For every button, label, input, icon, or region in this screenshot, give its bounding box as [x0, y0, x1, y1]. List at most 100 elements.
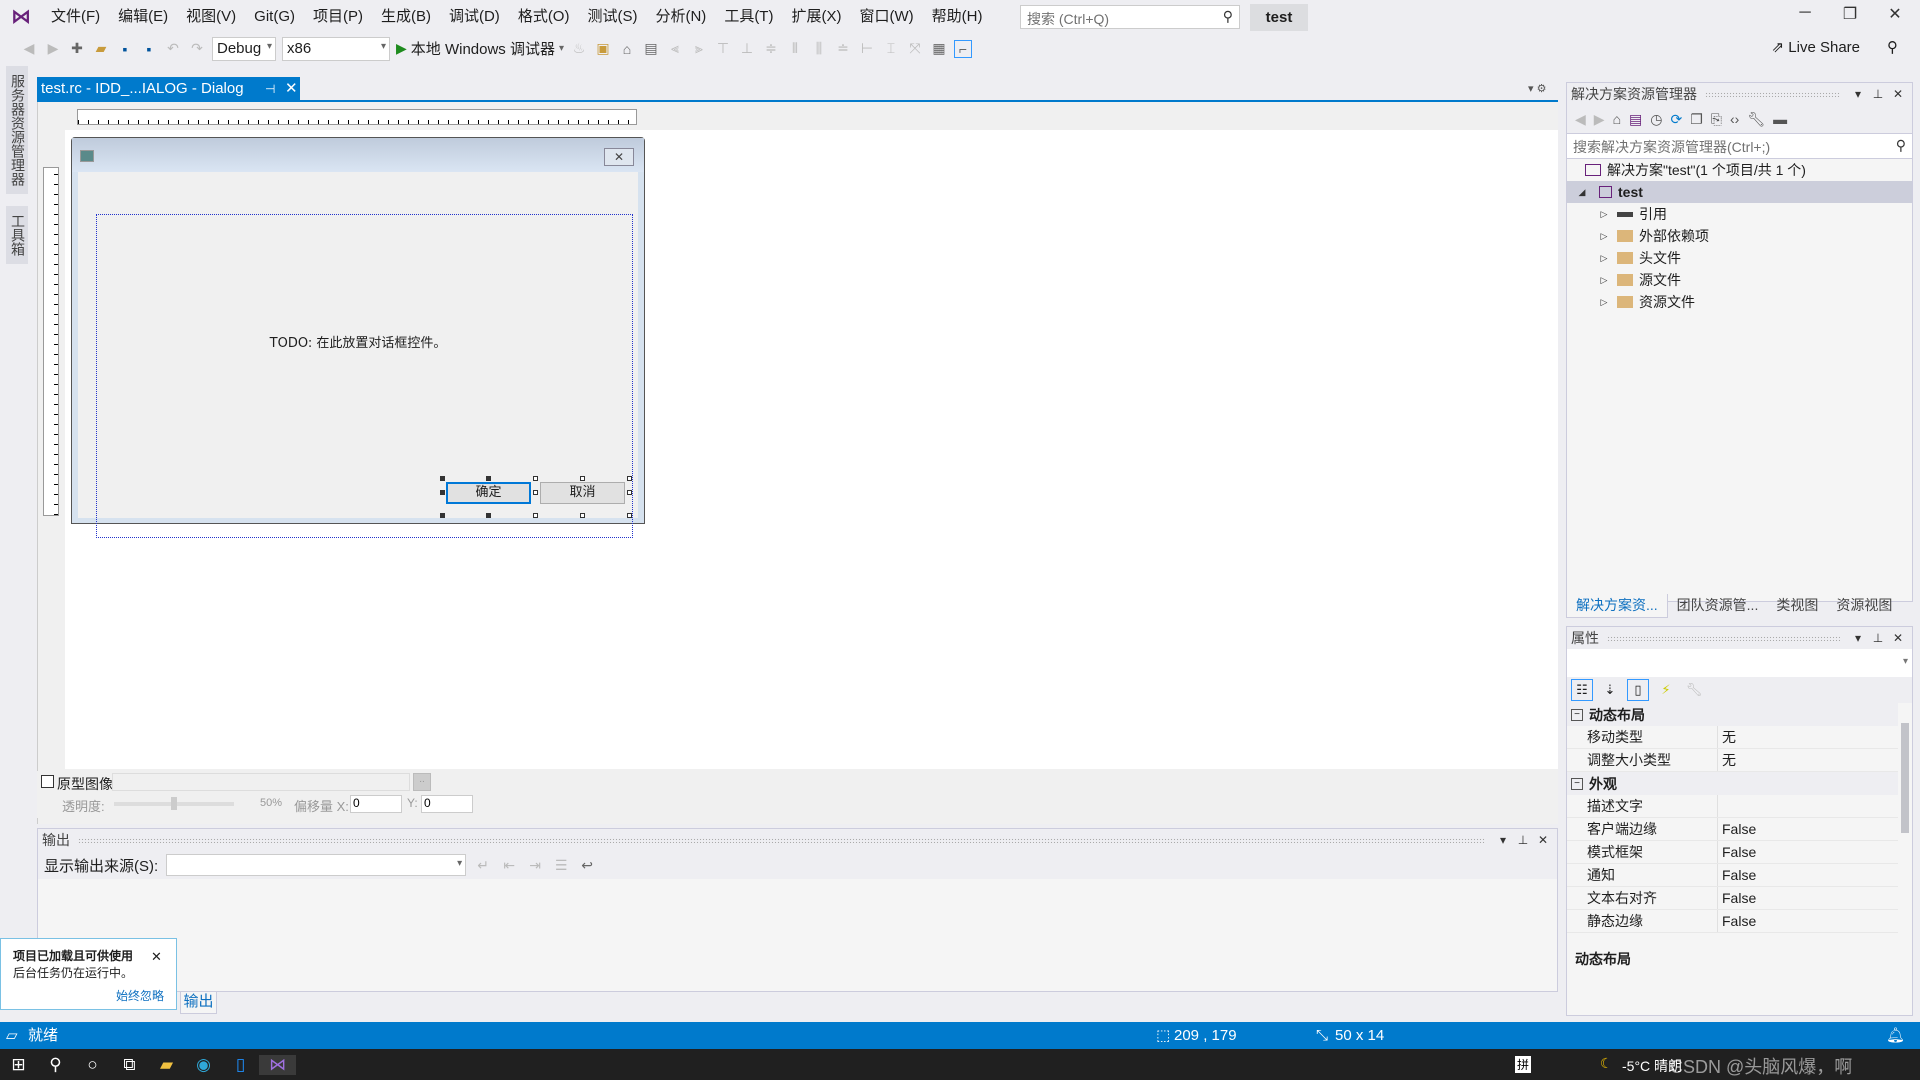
- property-row[interactable]: 静态边缘 False: [1567, 910, 1898, 933]
- home-icon[interactable]: ⌂: [1613, 111, 1621, 127]
- toolbox-tab[interactable]: 工具箱: [6, 206, 28, 264]
- collapsed-icon[interactable]: ▷: [1597, 269, 1611, 291]
- toast-ignore-link[interactable]: 始终忽略: [13, 987, 164, 1004]
- search-icon[interactable]: ⚲: [37, 1055, 74, 1075]
- properties-wrench-icon[interactable]: 🔧︎: [1747, 111, 1765, 128]
- menu-edit[interactable]: 编辑(E): [109, 0, 177, 33]
- new-project-icon[interactable]: ✚: [68, 40, 86, 57]
- menu-project[interactable]: 项目(P): [304, 0, 372, 33]
- tree-item-external-dependencies[interactable]: ▷ 外部依赖项: [1567, 225, 1912, 247]
- tree-item-references[interactable]: ▷ 引用: [1567, 203, 1912, 225]
- resize-handle[interactable]: [627, 490, 632, 495]
- word-wrap-icon[interactable]: ↩: [578, 857, 596, 874]
- solution-search-input[interactable]: 搜索解决方案资源管理器(Ctrl+;) ⚲: [1567, 133, 1912, 159]
- collapse-all-icon[interactable]: ❐: [1690, 111, 1703, 128]
- category-dynamic-layout[interactable]: − 动态布局: [1567, 703, 1898, 726]
- collapsed-icon[interactable]: ▷: [1597, 203, 1611, 225]
- opacity-slider-thumb[interactable]: [171, 797, 177, 810]
- forward-icon[interactable]: ▶: [1594, 111, 1605, 128]
- align-bottom-icon[interactable]: ⊥: [738, 40, 756, 57]
- undo-icon[interactable]: ↶: [164, 40, 182, 57]
- tab-class-view[interactable]: 类视图: [1767, 594, 1827, 618]
- phone-app-icon[interactable]: ▯: [222, 1055, 259, 1075]
- preview-icon[interactable]: ▬: [1773, 111, 1787, 127]
- live-share-button[interactable]: ⇗ Live Share: [1772, 38, 1860, 56]
- menu-debug[interactable]: 调试(D): [440, 0, 509, 33]
- notifications-bell-icon[interactable]: 🔔︎: [1886, 1022, 1905, 1049]
- pin-icon[interactable]: ⊣: [265, 77, 275, 101]
- restore-button[interactable]: ❐: [1830, 4, 1870, 24]
- offset-x-input[interactable]: 0: [350, 795, 402, 813]
- minimize-button[interactable]: ─: [1785, 4, 1825, 22]
- align-right-icon[interactable]: ⫸: [690, 40, 708, 57]
- property-value[interactable]: False: [1717, 841, 1898, 863]
- same-height-icon[interactable]: ⌶: [882, 40, 900, 57]
- tree-item-header-files[interactable]: ▷ 头文件: [1567, 247, 1912, 269]
- global-search-input[interactable]: 搜索 (Ctrl+Q) ⚲: [1020, 5, 1240, 29]
- property-row[interactable]: 移动类型 无: [1567, 726, 1898, 749]
- toggle-grid-icon[interactable]: ▦: [930, 40, 948, 57]
- prototype-checkbox[interactable]: [41, 775, 54, 788]
- project-node[interactable]: ◢ test: [1567, 181, 1912, 203]
- menu-view[interactable]: 视图(V): [177, 0, 245, 33]
- close-tab-icon[interactable]: ✕: [285, 77, 298, 101]
- pin-icon[interactable]: ⊥: [1868, 631, 1888, 645]
- resize-handle[interactable]: [627, 513, 632, 518]
- menu-format[interactable]: 格式(O): [509, 0, 579, 33]
- property-pages-icon[interactable]: 🔧︎: [1683, 679, 1705, 701]
- clear-all-icon[interactable]: ☰: [552, 857, 570, 874]
- resize-handle[interactable]: [486, 513, 491, 518]
- resize-handle[interactable]: [533, 490, 538, 495]
- back-icon[interactable]: ◀: [20, 40, 38, 57]
- property-value[interactable]: 无: [1717, 726, 1898, 748]
- align-top-icon[interactable]: ⊤: [714, 40, 732, 57]
- server-explorer-tab[interactable]: 服务器资源管理器: [6, 66, 28, 194]
- offset-y-input[interactable]: 0: [421, 795, 473, 813]
- go-to-location-icon[interactable]: ↵: [474, 857, 492, 874]
- toast-close-icon[interactable]: ✕: [151, 949, 162, 965]
- resize-handle[interactable]: [440, 513, 445, 518]
- collapsed-icon[interactable]: ▷: [1597, 247, 1611, 269]
- tab-order-icon[interactable]: ▤: [642, 40, 660, 57]
- categorized-icon[interactable]: ☷: [1571, 679, 1593, 701]
- tree-item-resource-files[interactable]: ▷ 资源文件: [1567, 291, 1912, 313]
- same-size-icon[interactable]: ⤧: [906, 40, 924, 57]
- close-window-button[interactable]: ✕: [1875, 4, 1915, 24]
- expanded-icon[interactable]: ◢: [1575, 181, 1589, 203]
- menu-test[interactable]: 测试(S): [578, 0, 646, 33]
- category-appearance[interactable]: − 外观: [1567, 772, 1898, 795]
- drag-grip[interactable]: [1607, 635, 1840, 641]
- close-icon[interactable]: ✕: [1888, 87, 1908, 101]
- show-all-files-icon[interactable]: ⎘: [1711, 111, 1722, 128]
- forward-icon[interactable]: ▶: [44, 40, 62, 57]
- properties-icon[interactable]: ▯: [1627, 679, 1649, 701]
- switch-views-icon[interactable]: ▤: [1629, 111, 1642, 128]
- property-value[interactable]: False: [1717, 910, 1898, 932]
- property-row[interactable]: 客户端边缘 False: [1567, 818, 1898, 841]
- menu-window[interactable]: 窗口(W): [850, 0, 922, 33]
- property-value[interactable]: False: [1717, 864, 1898, 886]
- align-left-icon[interactable]: ⫷: [666, 40, 684, 57]
- find-in-files-icon[interactable]: ▣: [594, 40, 612, 57]
- property-row[interactable]: 通知 False: [1567, 864, 1898, 887]
- save-all-icon[interactable]: ▪: [140, 41, 158, 57]
- file-explorer-icon[interactable]: ▰: [148, 1055, 185, 1075]
- vertical-ruler[interactable]: [43, 167, 59, 516]
- collapsed-icon[interactable]: ▷: [1597, 291, 1611, 313]
- property-row[interactable]: 文本右对齐 False: [1567, 887, 1898, 910]
- close-icon[interactable]: ✕: [1533, 833, 1553, 847]
- tab-solution-explorer[interactable]: 解决方案资...: [1566, 594, 1668, 618]
- solution-node[interactable]: 解决方案"test"(1 个项目/共 1 个): [1567, 159, 1912, 181]
- tab-resource-view[interactable]: 资源视图: [1827, 594, 1901, 618]
- resize-handle[interactable]: [533, 513, 538, 518]
- collapse-icon[interactable]: −: [1571, 777, 1583, 790]
- property-row[interactable]: 调整大小类型 无: [1567, 749, 1898, 772]
- document-tab[interactable]: test.rc - IDD_...IALOG - Dialog ⊣ ✕: [37, 77, 300, 101]
- menu-analyze[interactable]: 分析(N): [646, 0, 715, 33]
- menu-git[interactable]: Git(G): [245, 0, 304, 33]
- menu-file[interactable]: 文件(F): [42, 0, 109, 33]
- configuration-select[interactable]: Debug: [212, 36, 276, 61]
- property-value[interactable]: False: [1717, 818, 1898, 840]
- pending-changes-filter-icon[interactable]: ◷: [1650, 111, 1662, 128]
- property-row[interactable]: 模式框架 False: [1567, 841, 1898, 864]
